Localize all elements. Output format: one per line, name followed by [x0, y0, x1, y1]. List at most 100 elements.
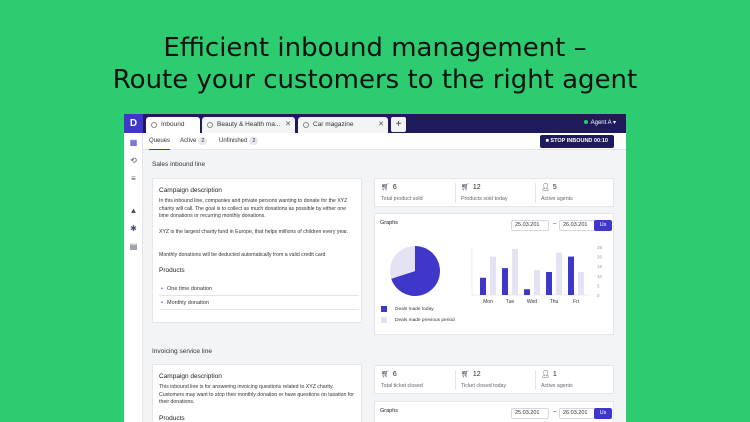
x-tick-label: Wed: [527, 299, 537, 305]
products-title: Products: [159, 267, 185, 274]
bar-wed-previous: [534, 270, 540, 295]
y-tick-label: 0: [597, 293, 600, 298]
bar-fri-previous: [578, 271, 584, 295]
checklist-icon[interactable]: ≡: [129, 174, 138, 183]
date-to-input[interactable]: 26.03.201: [559, 408, 597, 419]
dashboard-icon[interactable]: ▦: [129, 138, 138, 147]
headline-line-1: Efficient inbound management –: [163, 33, 587, 63]
tab-unfinished[interactable]: Unfinished 2: [219, 133, 259, 150]
stat-label: Ticket closed today: [461, 383, 507, 389]
bar-tue-today: [502, 268, 508, 295]
campaign-title: Campaign description: [159, 373, 222, 380]
section-title-sales: Sales inbound line: [152, 161, 206, 168]
campaign-text: XYZ is the largest charity fund in Europ…: [159, 229, 349, 235]
bar-chart: Mon Tue Wed Thu Fri 25 20 15 10 5 0: [471, 245, 603, 305]
library-icon[interactable]: ▤: [129, 242, 138, 251]
bar-thu-today: [546, 271, 552, 295]
campaign-text: In this inbound line, companies and priv…: [159, 198, 348, 220]
tab-label: Inbound: [161, 121, 185, 128]
tab-inbound[interactable]: Inbound: [146, 117, 200, 133]
count-badge: 2: [249, 137, 259, 145]
close-icon[interactable]: ✕: [378, 117, 384, 133]
campaign-title: Campaign description: [159, 187, 222, 194]
headline-line-2: Route your customers to the right agent: [112, 65, 638, 95]
stat-value: 5: [552, 184, 557, 191]
tab-beauty-health[interactable]: Beauty & Health ma... ✕: [202, 117, 295, 133]
stat-ticket-closed-today: 🛒︎ 12 Ticket closed today: [455, 366, 535, 393]
bar-wed-today: [524, 289, 530, 295]
stats-card-sales: 🛒︎ 6 Total product sold 🛒︎ 12 Products sol…: [374, 178, 614, 207]
legend-label-previous: Deals made previous period: [395, 318, 455, 323]
stat-value: 12: [472, 184, 481, 191]
history-icon[interactable]: ⟲: [129, 156, 138, 165]
bell-icon[interactable]: ▲: [129, 206, 138, 215]
sub-navigation: Queues Active 2 Unfinished 2 ■ STOP INBOUN…: [143, 133, 626, 150]
tab-active[interactable]: Active 2: [180, 133, 208, 150]
section-title-invoicing: Invoicing service line: [152, 348, 212, 355]
stop-inbound-label: STOP INBOUND 00:10: [550, 138, 608, 144]
close-icon[interactable]: ✕: [285, 117, 291, 133]
stat-label: Active agents: [541, 383, 573, 389]
cart-icon: 🛒︎: [461, 371, 470, 378]
tab-queues-label: Queues: [149, 138, 171, 144]
chevron-down-icon: ▾: [612, 120, 616, 126]
cart-icon: 🛒︎: [461, 184, 470, 191]
stat-label: Total ticket closed: [381, 383, 423, 389]
tab-queues[interactable]: Queues: [149, 133, 171, 150]
gear-icon[interactable]: ✱: [129, 224, 138, 233]
stat-value: 6: [392, 371, 397, 378]
count-badge: 2: [198, 137, 208, 145]
app-window: D Inbound Beauty & Health ma... ✕ Car ma…: [124, 114, 626, 422]
y-tick-label: 10: [597, 274, 603, 279]
cart-icon: 🛒︎: [381, 371, 390, 378]
add-tab-button[interactable]: +: [391, 117, 406, 132]
stat-total-ticket-closed: 🛒︎ 6 Total ticket closed: [375, 366, 455, 393]
graphs-card-invoicing: Graphs 25.03.201 – 26.03.201 Us: [374, 401, 614, 422]
bar-mon-today: [480, 277, 486, 295]
list-item[interactable]: • Monthly donation: [159, 296, 359, 310]
x-tick-label: Mon: [483, 299, 493, 305]
tab-unfinished-label: Unfinished: [219, 138, 248, 144]
stat-label: Active agents: [541, 196, 573, 202]
person-icon: 👤︎: [541, 184, 550, 191]
stat-label: Total product sold: [381, 196, 423, 202]
legend-swatch-today: [381, 306, 387, 312]
y-tick-label: 5: [597, 283, 600, 288]
sidebar: ▦ ⟲ ≡ ▲ ✱ ▤: [124, 133, 143, 422]
cart-icon: 🛒︎: [381, 184, 390, 191]
stat-total-product-sold: 🛒︎ 6 Total product sold: [375, 179, 455, 206]
stop-inbound-button[interactable]: ■ STOP INBOUND 00:10: [539, 135, 614, 148]
y-tick-label: 25: [597, 245, 603, 250]
us-button[interactable]: Us: [594, 408, 612, 419]
x-tick-label: Fri: [573, 299, 579, 305]
tab-label: Car magazine: [313, 121, 354, 128]
campaign-text: Monthly donations will be deducted autom…: [159, 252, 326, 258]
date-range-dash: –: [553, 409, 557, 415]
stat-value: 6: [392, 184, 397, 191]
products-title: Products: [159, 415, 185, 422]
app-logo[interactable]: D: [124, 114, 143, 133]
bar-thu-previous: [556, 252, 562, 295]
tab-active-label: Active: [180, 138, 197, 144]
bar-tue-previous: [512, 248, 518, 295]
circle-icon: [303, 122, 309, 128]
campaign-card-invoicing: Campaign description This inbound line i…: [152, 364, 362, 422]
list-item[interactable]: • One time donation: [159, 282, 359, 296]
tab-label: Beauty & Health ma...: [217, 121, 281, 128]
stat-products-sold-today: 🛒︎ 12 Products sold today: [455, 179, 535, 206]
top-bar: D Inbound Beauty & Health ma... ✕ Car ma…: [124, 114, 626, 133]
campaign-card-sales: Campaign description In this inbound lin…: [152, 178, 362, 323]
bar-fri-today: [568, 256, 574, 295]
legend-label-today: Deals made today: [395, 307, 434, 312]
tab-car-magazine[interactable]: Car magazine ✕: [298, 117, 388, 133]
agent-menu[interactable]: Agent A ▾: [583, 114, 616, 133]
stat-value: 1: [552, 371, 557, 378]
bullet-icon: •: [161, 300, 163, 306]
date-from-input[interactable]: 25.03.201: [511, 408, 549, 419]
stat-active-agents: 👤︎ 5 Active agents: [535, 179, 615, 206]
y-tick-label: 20: [597, 255, 603, 260]
stats-card-invoicing: 🛒︎ 6 Total ticket closed 🛒︎ 12 Ticket clos…: [374, 365, 614, 394]
agent-name: Agent A: [590, 120, 612, 126]
x-tick-label: Tue: [506, 299, 515, 305]
person-icon: 👤︎: [541, 371, 550, 378]
